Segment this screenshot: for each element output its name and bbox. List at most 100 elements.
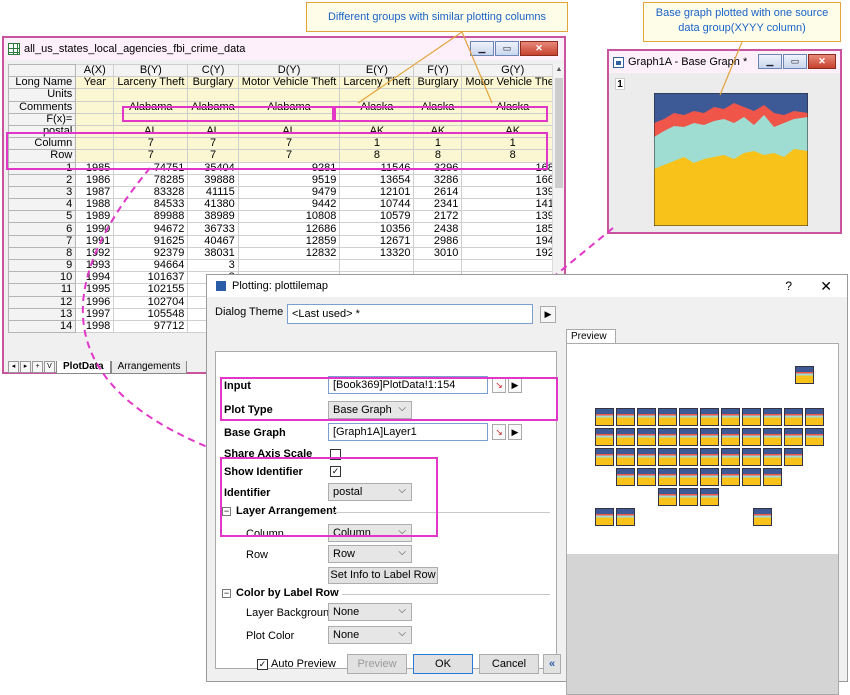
dialog-theme-label: Dialog Theme [215, 306, 284, 318]
plot-type-label: Plot Type [224, 404, 273, 416]
preview-tile [742, 428, 761, 446]
preview-tile [753, 508, 772, 526]
dialog-close-icon[interactable]: ✕ [820, 278, 832, 295]
identifier-value: postal [333, 486, 363, 498]
base-graph-field[interactable]: [Graph1A]Layer1 [328, 423, 488, 441]
dialog-title: Plotting: plottilemap [232, 280, 328, 292]
preview-tile [616, 428, 635, 446]
preview-tile [721, 448, 740, 466]
preview-tile [658, 448, 677, 466]
plot-type-value: Base Graph [333, 404, 392, 416]
tab-preview[interactable]: Preview [566, 329, 616, 343]
column-select[interactable]: Column ⌵ [328, 524, 412, 542]
base-graph-select-icon[interactable]: ↘ [492, 424, 506, 440]
chevron-down-icon: ⌵ [398, 605, 406, 616]
row-select[interactable]: Row ⌵ [328, 545, 412, 563]
help-icon[interactable]: ? [785, 279, 792, 293]
preview-tile [742, 448, 761, 466]
preview-tile [679, 428, 698, 446]
preview-button[interactable]: Preview [347, 654, 407, 674]
preview-tile [637, 408, 656, 426]
plotting-dialog[interactable]: Plotting: plottilemap ? ✕ Dialog Theme <… [206, 274, 848, 695]
identifier-select[interactable]: postal ⌵ [328, 483, 412, 501]
preview-tile [595, 448, 614, 466]
preview-tile [658, 408, 677, 426]
column-value: Column [333, 527, 371, 539]
preview-tile [742, 408, 761, 426]
layer-background-value: None [333, 606, 360, 618]
range-select-icon[interactable]: ↘ [492, 377, 506, 393]
preview-tile [763, 408, 782, 426]
preview-tile [700, 488, 719, 506]
preview-tile [742, 468, 761, 486]
preview-gray-area [567, 554, 838, 694]
color-by-label-row-label: Color by Label Row [236, 587, 339, 599]
input-label: Input [224, 380, 251, 392]
auto-preview-checkbox[interactable]: ✓ [257, 659, 268, 670]
preview-tile [658, 468, 677, 486]
base-graph-arrow-icon[interactable]: ▶ [508, 424, 522, 440]
auto-preview-label: Auto Preview [271, 658, 336, 670]
preview-tile [658, 428, 677, 446]
preview-tile [784, 448, 803, 466]
color-by-label-collapse-icon[interactable]: − [222, 589, 231, 598]
layer-arrangement-collapse-icon[interactable]: − [222, 507, 231, 516]
preview-area [566, 343, 839, 695]
expand-collapse-button[interactable]: « [543, 654, 561, 674]
chevron-down-icon: ⌵ [398, 526, 406, 537]
preview-tile [700, 408, 719, 426]
share-axis-checkbox[interactable] [330, 449, 341, 460]
preview-tile [784, 428, 803, 446]
dialog-title-bar[interactable]: Plotting: plottilemap ? ✕ [207, 275, 847, 297]
preview-tile [763, 448, 782, 466]
preview-tile [616, 468, 635, 486]
show-identifier-label: Show Identifier [224, 466, 303, 478]
row-label: Row [246, 549, 269, 561]
preview-tile [595, 408, 614, 426]
preview-tile [700, 448, 719, 466]
chevron-down-icon: ⌵ [398, 403, 406, 414]
theme-arrow-icon[interactable]: ▶ [540, 306, 556, 323]
preview-tile [763, 428, 782, 446]
preview-tile [679, 448, 698, 466]
preview-tile [595, 508, 614, 526]
preview-tile [721, 468, 740, 486]
plot-color-select[interactable]: None ⌵ [328, 626, 412, 644]
row-value: Row [333, 548, 356, 560]
preview-tile [658, 488, 677, 506]
input-arrow-icon[interactable]: ▶ [508, 377, 522, 393]
preview-tile [784, 408, 803, 426]
dialog-icon [216, 281, 226, 291]
preview-tile [805, 428, 824, 446]
column-label: Column [246, 528, 284, 540]
preview-tile [679, 468, 698, 486]
preview-tile [700, 428, 719, 446]
preview-tile [616, 448, 635, 466]
preview-tile [721, 408, 740, 426]
set-info-to-label-row-button[interactable]: Set Info to Label Row [328, 567, 438, 584]
chevron-down-icon: ⌵ [398, 547, 406, 558]
layer-arrangement-label: Layer Arrangement [236, 505, 337, 517]
chevron-down-icon: ⌵ [398, 485, 406, 496]
settings-panel: Input [Book369]PlotData!1:154 ↘ ▶ Plot T… [215, 351, 557, 669]
plot-color-label: Plot Color [246, 630, 295, 642]
cancel-button[interactable]: Cancel [479, 654, 539, 674]
ok-button[interactable]: OK [413, 654, 473, 674]
preview-tile [637, 428, 656, 446]
preview-tile [700, 468, 719, 486]
dialog-theme-input[interactable]: <Last used> * [287, 304, 533, 324]
preview-tile [721, 428, 740, 446]
input-range-field[interactable]: [Book369]PlotData!1:154 [328, 376, 488, 394]
show-identifier-checkbox[interactable]: ✓ [330, 466, 341, 477]
preview-tile [679, 408, 698, 426]
chevron-down-icon: ⌵ [398, 628, 406, 639]
plot-type-select[interactable]: Base Graph ⌵ [328, 401, 412, 419]
preview-tile [763, 468, 782, 486]
preview-tile [795, 366, 814, 384]
identifier-label: Identifier [224, 487, 271, 499]
layer-background-label: Layer Background [246, 607, 336, 619]
preview-tile [616, 508, 635, 526]
preview-tile [637, 468, 656, 486]
preview-tile [637, 448, 656, 466]
layer-background-select[interactable]: None ⌵ [328, 603, 412, 621]
